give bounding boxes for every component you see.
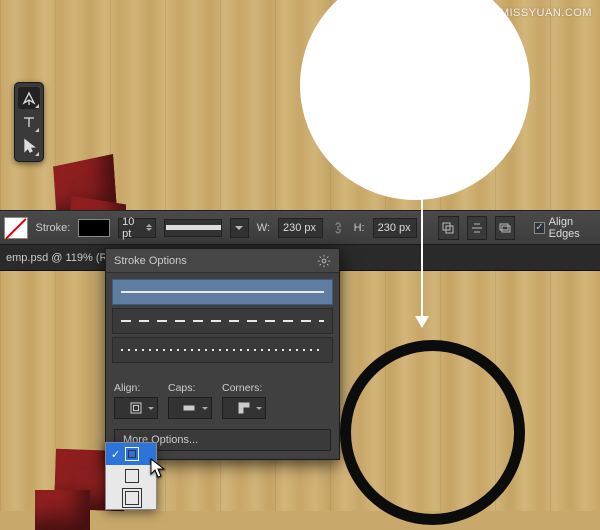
stroked-circle-shape[interactable] [340,340,525,525]
path-selection-tool[interactable] [18,135,40,157]
align-inside-icon [129,401,143,415]
width-field[interactable]: 230 px [278,218,323,238]
caps-butt-icon [182,402,198,414]
align-option-inside[interactable]: ✓ [106,443,156,465]
align-center-icon [125,469,139,483]
stroke-width-value: 10 pt [122,216,146,240]
stroke-caps-dropdown[interactable] [168,397,212,419]
align-option-center[interactable] [106,465,156,487]
stroke-style-dotted[interactable] [112,337,333,363]
stroke-style-dropdown[interactable] [230,218,249,238]
fill-swatch-none[interactable] [4,217,28,239]
align-edges-label: Align Edges [549,216,596,240]
path-arrange-button[interactable] [495,216,515,240]
caps-label: Caps: [168,382,212,394]
align-label: Align: [114,382,158,394]
annotation-arrow-icon [421,182,423,327]
tools-palette [14,82,44,162]
link-wh-icon[interactable] [331,219,346,237]
align-inside-icon [125,447,139,461]
align-outside-icon [125,491,139,505]
type-tool[interactable] [18,111,40,133]
corners-label: Corners: [222,382,266,394]
stroke-color-swatch[interactable] [78,219,110,237]
gear-icon[interactable] [317,254,331,268]
stroke-align-flyout: ✓ [105,442,157,510]
options-bar: Stroke: 10 pt W: 230 px H: 230 px Align … [0,210,600,245]
stroke-width-field[interactable]: 10 pt [118,218,156,238]
stroke-style-dashed[interactable] [112,308,333,334]
red-cube-decor [35,490,90,530]
document-tab[interactable]: emp.psd @ 119% (R [6,252,107,264]
align-edges-checkbox[interactable]: Align Edges [534,216,596,240]
check-icon: ✓ [111,448,121,461]
align-option-outside[interactable] [106,487,156,509]
pen-tool[interactable] [18,87,40,109]
stroke-style-solid[interactable] [112,279,333,305]
corners-miter-icon [237,401,251,415]
height-label: H: [354,222,365,234]
panel-title: Stroke Options [114,255,187,267]
stroke-options-panel: Stroke Options Align: Caps: Corners: [105,248,340,460]
checkbox-icon [534,222,544,234]
path-align-button[interactable] [467,216,487,240]
path-operations-button[interactable] [438,216,458,240]
stroke-style-preview[interactable] [164,219,222,237]
stroke-align-dropdown[interactable] [114,397,158,419]
stroke-label: Stroke: [36,222,71,234]
stroke-corners-dropdown[interactable] [222,397,266,419]
width-label: W: [257,222,270,234]
height-field[interactable]: 230 px [373,218,418,238]
